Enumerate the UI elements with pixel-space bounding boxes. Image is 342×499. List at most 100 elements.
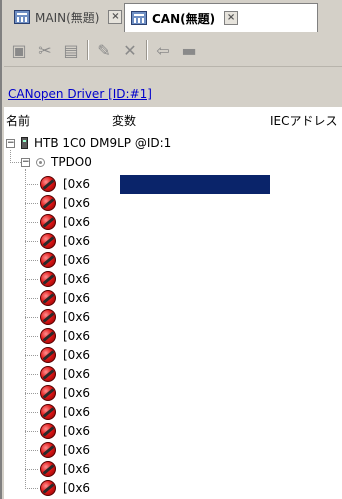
tree-node-pdo-entry[interactable]: [0x6 (40, 175, 90, 193)
tree-connector (25, 203, 38, 204)
tab-main-close-icon[interactable]: × (108, 10, 123, 24)
tree-node-pdo-entry[interactable]: [0x6 (40, 441, 90, 459)
pdo-entry-label: [0x6 (63, 234, 91, 248)
tree-node-pdo-entry[interactable]: [0x6 (40, 194, 90, 212)
pdo-entry-icon (40, 252, 56, 268)
tpdo-label: TPDO0 (51, 155, 92, 169)
device-icon (21, 137, 28, 149)
tree-connector (25, 222, 38, 223)
pdo-entry-icon (40, 328, 56, 344)
import-button[interactable]: ⇦ (152, 39, 174, 61)
tree-connector (25, 279, 38, 280)
pdo-entry-icon (40, 309, 56, 325)
tree-node-tpdo0[interactable]: − TPDO0 (21, 153, 92, 171)
tree-connector (25, 431, 38, 432)
tree-node-pdo-entry[interactable]: [0x6 (40, 270, 90, 288)
tree-connector (25, 336, 38, 337)
tree-node-pdo-entry[interactable]: [0x6 (40, 308, 90, 326)
driver-link-row: CANopen Driver [ID:#1] (4, 67, 342, 107)
pdo-entry-icon (40, 176, 56, 192)
pdo-entry-icon (40, 442, 56, 458)
column-header-iec-address[interactable]: IECアドレス (270, 112, 338, 129)
pdo-entry-label: [0x6 (63, 367, 91, 381)
tree-connector (25, 260, 38, 261)
pdo-entry-icon (40, 385, 56, 401)
pdo-entry-icon (40, 233, 56, 249)
pdo-entry-label: [0x6 (63, 215, 91, 229)
object-tree[interactable]: 名前 変数 IECアドレス − HTB 1C0 DM9LP @ID:1 − TP… (4, 107, 342, 499)
pdo-entry-icon (40, 271, 56, 287)
tree-node-pdo-entry[interactable]: [0x6 (40, 403, 90, 421)
pdo-entry-label: [0x6 (63, 310, 91, 324)
pdo-entry-icon (40, 214, 56, 230)
tree-node-pdo-entry[interactable]: [0x6 (40, 346, 90, 364)
tree-node-pdo-entry[interactable]: [0x6 (40, 422, 90, 440)
pdo-entry-label: [0x6 (63, 177, 91, 191)
pdo-entry-icon (40, 290, 56, 306)
pdo-entry-label: [0x6 (63, 462, 91, 476)
tree-node-pdo-entry[interactable]: [0x6 (40, 479, 90, 497)
pdo-entry-label: [0x6 (63, 405, 91, 419)
copy-button[interactable]: ▤ (60, 39, 82, 61)
tab-can-label: CAN(無題) (152, 11, 216, 26)
tab-main[interactable]: MAIN(無題) × (8, 4, 126, 30)
tree-connector (25, 184, 38, 185)
tree-connector (25, 241, 38, 242)
selection-highlight (120, 175, 270, 194)
pdo-entry-label: [0x6 (63, 348, 91, 362)
tree-node-pdo-entry[interactable]: [0x6 (40, 289, 90, 307)
collapse-icon[interactable]: − (6, 138, 15, 148)
tree-connector (25, 488, 38, 489)
tree-node-pdo-entry[interactable]: [0x6 (40, 213, 90, 231)
tab-can-close-icon[interactable]: × (224, 11, 239, 25)
project-icon (131, 11, 147, 25)
project-icon (14, 10, 30, 24)
tree-node-pdo-entry[interactable]: [0x6 (40, 365, 90, 383)
pdo-entry-icon (40, 404, 56, 420)
collapse-icon[interactable]: − (21, 157, 30, 167)
tree-node-pdo-entry[interactable]: [0x6 (40, 232, 90, 250)
toolbar: ▣ ✂ ▤ ✎ ✕ ⇦ ▬ (4, 34, 342, 67)
tree-connector (25, 469, 38, 470)
tree-connector (25, 450, 38, 451)
tree-connector (10, 162, 21, 163)
tree-node-pdo-entry[interactable]: [0x6 (40, 460, 90, 478)
pdo-entry-label: [0x6 (63, 424, 91, 438)
driver-link[interactable]: CANopen Driver [ID:#1] (8, 87, 152, 101)
add-device-button[interactable]: ▣ (8, 39, 30, 61)
pdo-group-icon (36, 157, 45, 167)
tab-main-label: MAIN(無題) (35, 10, 100, 25)
export-button[interactable]: ▬ (178, 39, 200, 61)
properties-button[interactable]: ✎ (93, 39, 115, 61)
toolbar-separator (87, 40, 89, 60)
tree-connector (25, 374, 38, 375)
pdo-entry-icon (40, 423, 56, 439)
tree-connector (25, 169, 26, 489)
device-label: HTB 1C0 DM9LP @ID:1 (34, 136, 172, 150)
pdo-entry-label: [0x6 (63, 443, 91, 457)
tree-node-pdo-entry[interactable]: [0x6 (40, 327, 90, 345)
pdo-entry-icon (40, 347, 56, 363)
pdo-entry-label: [0x6 (63, 386, 91, 400)
pdo-entry-label: [0x6 (63, 329, 91, 343)
tab-strip: MAIN(無題) × CAN(無題) × (4, 0, 342, 34)
tree-connector (25, 412, 38, 413)
tab-can[interactable]: CAN(無題) × (124, 3, 318, 32)
pdo-entry-label: [0x6 (63, 272, 91, 286)
column-header-variable[interactable]: 変数 (112, 112, 136, 129)
cut-button[interactable]: ✂ (34, 39, 56, 61)
tree-node-pdo-entry[interactable]: [0x6 (40, 251, 90, 269)
pdo-entry-icon (40, 461, 56, 477)
tree-connector (25, 393, 38, 394)
pdo-entry-label: [0x6 (63, 481, 91, 495)
pdo-entry-label: [0x6 (63, 291, 91, 305)
tree-connector (25, 317, 38, 318)
tree-node-pdo-entry[interactable]: [0x6 (40, 384, 90, 402)
pdo-entry-label: [0x6 (63, 253, 91, 267)
column-header-name[interactable]: 名前 (6, 112, 30, 129)
delete-button[interactable]: ✕ (119, 39, 141, 61)
tree-node-device[interactable]: − HTB 1C0 DM9LP @ID:1 (6, 134, 171, 152)
tree-connector (25, 298, 38, 299)
tree-connector (25, 355, 38, 356)
toolbar-separator (146, 40, 148, 60)
